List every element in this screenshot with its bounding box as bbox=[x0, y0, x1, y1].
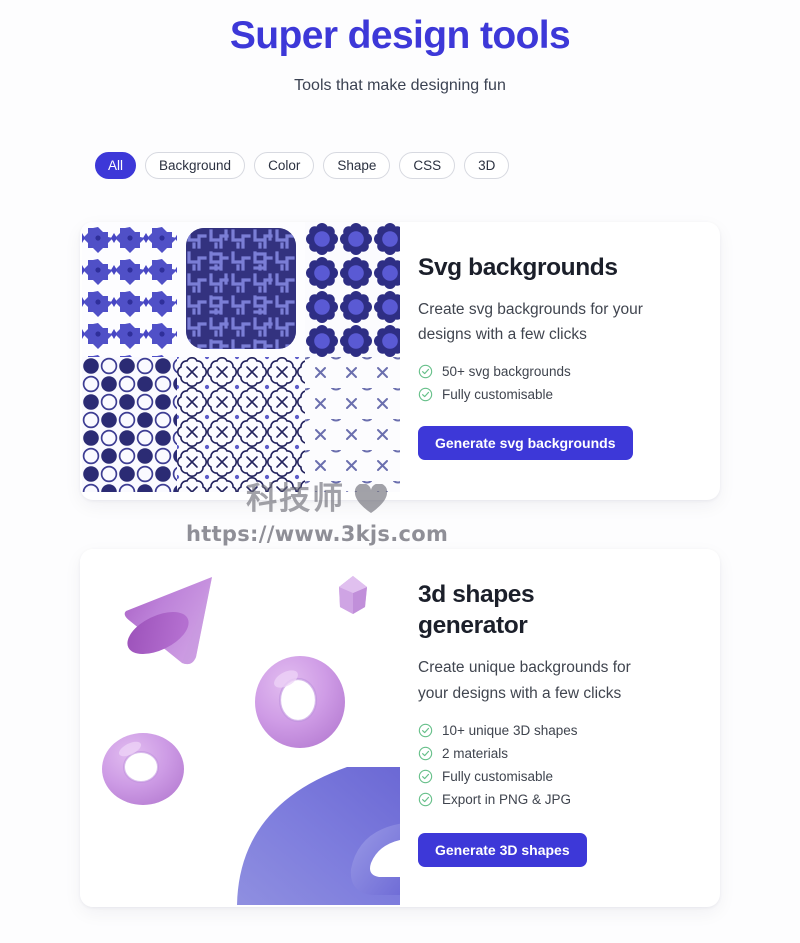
hero-section: Super design tools Tools that make desig… bbox=[0, 0, 800, 95]
feature-label: 2 materials bbox=[442, 745, 509, 761]
pattern-grid bbox=[80, 221, 400, 500]
feature-list: 50+ svg backgrounds Fully customisable bbox=[418, 364, 694, 402]
circle-checker-pattern bbox=[82, 356, 177, 492]
feature-label: 10+ unique 3D shapes bbox=[442, 722, 578, 738]
feature-label: Fully customisable bbox=[442, 768, 554, 784]
generate-svg-backgrounds-button[interactable]: Generate svg backgrounds bbox=[418, 426, 633, 461]
feature-item: 50+ svg backgrounds bbox=[418, 364, 694, 379]
card-description: Create svg backgrounds for your designs … bbox=[418, 301, 643, 344]
gem-shape bbox=[339, 575, 367, 614]
filter-pill-css[interactable]: CSS bbox=[399, 151, 456, 179]
feature-label: 50+ svg backgrounds bbox=[442, 364, 571, 380]
filter-pill-shape[interactable]: Shape bbox=[323, 151, 391, 179]
quatrefoil-cross-pattern bbox=[177, 356, 305, 492]
filter-pill-3d[interactable]: 3D bbox=[464, 151, 510, 179]
check-circle-icon bbox=[418, 723, 433, 737]
feature-item: Export in PNG & JPG bbox=[418, 792, 694, 807]
card-title: Svg backgrounds bbox=[418, 253, 618, 281]
page-subtitle: Tools that make designing fun bbox=[294, 76, 506, 94]
feature-item: Fully customisable bbox=[418, 387, 694, 402]
3d-shapes-preview bbox=[80, 548, 400, 907]
tool-card-3d-shapes[interactable]: 3d shapes generator Create unique backgr… bbox=[80, 548, 720, 907]
filter-pill-all[interactable]: All bbox=[95, 151, 137, 179]
check-circle-icon bbox=[418, 388, 433, 402]
feature-item: 10+ unique 3D shapes bbox=[418, 723, 694, 738]
card-body-svg-backgrounds: Svg backgrounds Create svg backgrounds f… bbox=[400, 222, 720, 500]
card-body-3d-shapes: 3d shapes generator Create unique backgr… bbox=[400, 549, 720, 907]
feature-label: Fully customisable bbox=[442, 387, 554, 403]
curved-surface-shape bbox=[237, 766, 400, 905]
maze-elbow-tile bbox=[186, 227, 296, 349]
generate-3d-shapes-button[interactable]: Generate 3D shapes bbox=[418, 832, 587, 867]
check-circle-icon bbox=[418, 792, 433, 806]
torus-small-shape bbox=[102, 732, 184, 805]
page-root: Super design tools Tools that make desig… bbox=[0, 0, 800, 943]
feature-item: Fully customisable bbox=[418, 769, 694, 784]
page-title: Super design tools bbox=[229, 14, 571, 57]
filter-pill-background[interactable]: Background bbox=[145, 151, 246, 179]
floral-diamond-pattern bbox=[82, 221, 177, 357]
tool-card-list: Svg backgrounds Create svg backgrounds f… bbox=[0, 221, 800, 907]
filter-pill-group: All Background Color Shape CSS 3D bbox=[0, 151, 800, 179]
sparse-x-pattern bbox=[305, 356, 400, 492]
feature-label: Export in PNG & JPG bbox=[442, 791, 572, 807]
check-circle-icon bbox=[418, 769, 433, 783]
feature-item: 2 materials bbox=[418, 746, 694, 761]
card-title: 3d shapes generator bbox=[418, 580, 535, 640]
svg-pattern-preview bbox=[80, 221, 400, 500]
flower-gear-pattern bbox=[305, 221, 400, 357]
tool-card-svg-backgrounds[interactable]: Svg backgrounds Create svg backgrounds f… bbox=[80, 221, 720, 500]
torus-large-shape bbox=[255, 655, 345, 748]
check-circle-icon bbox=[418, 365, 433, 379]
filter-pill-color[interactable]: Color bbox=[254, 151, 315, 179]
check-circle-icon bbox=[418, 746, 433, 760]
cone-shape bbox=[124, 576, 212, 664]
card-description: Create unique backgrounds for your desig… bbox=[418, 659, 631, 702]
3d-shapes-stage bbox=[80, 548, 400, 907]
feature-list: 10+ unique 3D shapes 2 materials Fully c… bbox=[418, 723, 694, 807]
maze-elbow-pattern bbox=[177, 221, 305, 357]
